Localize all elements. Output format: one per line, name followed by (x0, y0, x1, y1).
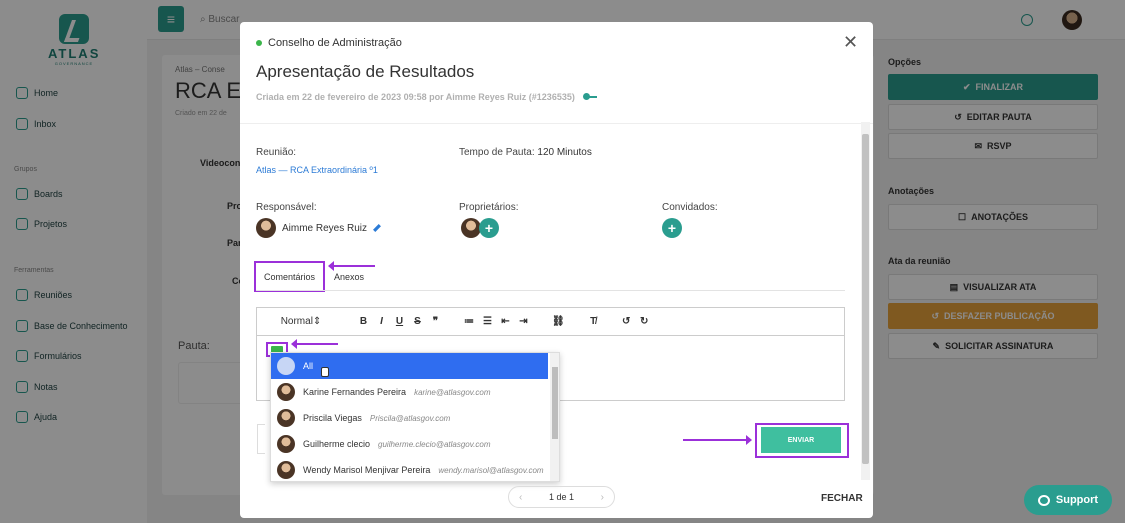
responsible-label: Responsável: (256, 202, 317, 213)
owners-list: + (461, 218, 499, 238)
pagination: ‹ 1 de 1 › (508, 486, 615, 508)
mention-option[interactable]: Priscila Viegas Priscila@atlasgov.com (271, 405, 548, 431)
underline-icon[interactable]: U (395, 316, 404, 327)
support-button[interactable]: Support (1024, 485, 1112, 515)
responsible-name: Aimme Reyes Ruiz (282, 222, 368, 234)
indent-icon[interactable]: ⇥ (519, 316, 528, 327)
meeting-label: Reunião: (256, 147, 297, 158)
created-text: Criada em 22 de fevereiro de 2023 09:58 … (256, 92, 575, 102)
guests-list: + (662, 218, 682, 238)
redo-icon[interactable]: ↻ (640, 316, 649, 327)
annotation-arrow (291, 339, 338, 349)
comment-card-edge (257, 424, 265, 454)
time-value: 120 Minutos (537, 147, 592, 158)
guests-label: Convidados: (662, 202, 718, 213)
avatar (277, 383, 295, 401)
mention-dropdown: All Karine Fernandes Pereira karine@atla… (270, 352, 560, 482)
bullet-list-icon[interactable]: ☰ (483, 316, 492, 327)
owners-label: Proprietários: (459, 202, 519, 213)
add-owner-button[interactable]: + (479, 218, 499, 238)
annotation-arrow (683, 435, 752, 445)
mention-name: Guilherme clecio (303, 439, 371, 449)
mention-name: All (303, 361, 314, 371)
editor-toolbar: Normal⇕ B I U S ❞ ≔ ☰ ⇤ ⇥ ⛓ T̸ ↺ ↻ (257, 308, 844, 336)
chevron-right-icon[interactable]: › (601, 492, 604, 503)
mention-option[interactable]: Karine Fernandes Pereira karine@atlasgov… (271, 379, 548, 405)
pointer-cursor-icon (321, 367, 330, 377)
bold-icon[interactable]: B (359, 316, 368, 327)
select-arrow-icon: ⇕ (312, 316, 322, 327)
link-icon[interactable]: ⛓ (552, 316, 565, 327)
italic-icon[interactable]: I (377, 316, 386, 327)
dropdown-scrollbar[interactable] (550, 353, 559, 481)
mention-name: Wendy Marisol Menjivar Pereira (303, 465, 431, 475)
agenda-item-modal: Conselho de Administração ✕ Apresentação… (240, 22, 873, 518)
add-guest-button[interactable]: + (662, 218, 682, 238)
status-dot-icon (256, 40, 262, 46)
page-indicator: 1 de 1 (548, 492, 575, 502)
chevron-left-icon[interactable]: ‹ (519, 492, 522, 503)
support-label: Support (1055, 494, 1099, 506)
mention-option[interactable]: Wendy Marisol Menjivar Pereira wendy.mar… (271, 457, 548, 481)
divider (240, 123, 873, 124)
time-label: Tempo de Pauta: (459, 147, 535, 158)
mention-email: karine@atlasgov.com (414, 387, 491, 397)
annotation-arrow (328, 261, 375, 271)
outdent-icon[interactable]: ⇤ (501, 316, 510, 327)
clear-format-icon[interactable]: T̸ (589, 316, 598, 327)
ordered-list-icon[interactable]: ≔ (464, 316, 474, 327)
avatar (256, 218, 276, 238)
agenda-time: Tempo de Pauta: 120 Minutos (459, 147, 592, 158)
avatar (461, 218, 481, 238)
board-indicator: Conselho de Administração (256, 37, 402, 49)
modal-scroll-thumb[interactable] (862, 134, 869, 464)
modal-title: Apresentação de Resultados (256, 62, 475, 81)
mention-email: guilherme.clecio@atlasgov.com (378, 439, 491, 449)
strike-icon[interactable]: S (413, 316, 422, 327)
mention-email: wendy.marisol@atlasgov.com (438, 465, 544, 475)
undo-icon[interactable]: ↺ (622, 316, 631, 327)
key-icon[interactable] (582, 93, 597, 100)
tab-comentarios[interactable]: Comentários (254, 261, 325, 292)
pencil-icon[interactable] (373, 224, 381, 232)
close-button[interactable]: FECHAR (821, 493, 863, 504)
close-icon[interactable]: ✕ (843, 32, 858, 53)
dropdown-scroll-thumb[interactable] (552, 367, 558, 439)
board-name: Conselho de Administração (268, 37, 402, 49)
mention-option[interactable]: Guilherme clecio guilherme.clecio@atlasg… (271, 431, 548, 457)
avatar (277, 435, 295, 453)
tab-anexos[interactable]: Anexos (334, 272, 364, 282)
mention-name: Priscila Viegas (303, 413, 362, 423)
meeting-link[interactable]: Atlas — RCA Extraordinária º1 (256, 165, 378, 175)
tabs-underline (256, 290, 845, 291)
mention-name: Karine Fernandes Pereira (303, 387, 407, 397)
quote-icon[interactable]: ❞ (431, 316, 440, 327)
mention-email: Priscila@atlasgov.com (369, 413, 451, 423)
send-button[interactable]: ENVIAR (761, 427, 841, 453)
avatar (277, 461, 295, 479)
avatar (277, 357, 295, 375)
chat-bubble-icon (1037, 494, 1050, 506)
format-value: Normal (280, 316, 313, 327)
created-info: Criada em 22 de fevereiro de 2023 09:58 … (256, 92, 597, 102)
format-select[interactable]: Normal⇕ (267, 316, 335, 327)
avatar (277, 409, 295, 427)
mention-option-all[interactable]: All (271, 353, 548, 379)
responsible-person: Aimme Reyes Ruiz (256, 218, 381, 238)
